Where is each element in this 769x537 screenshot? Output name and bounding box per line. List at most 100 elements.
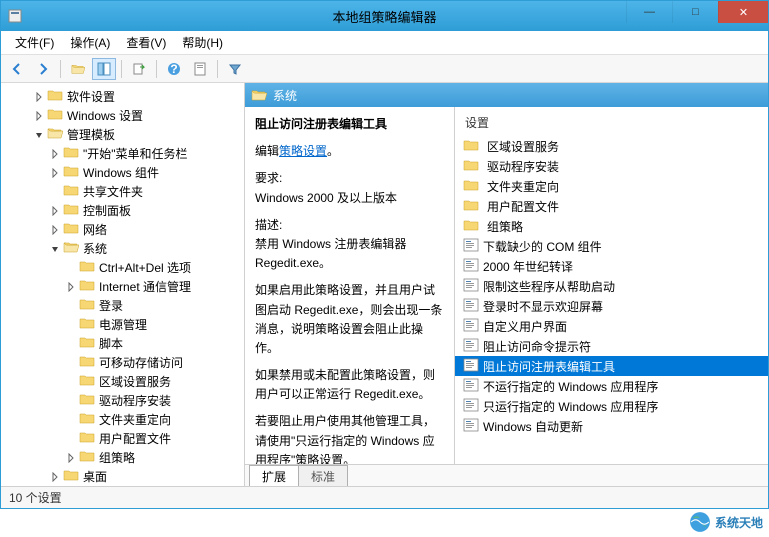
tree-node[interactable]: 用户配置文件 xyxy=(1,429,244,448)
list-item-label: 区域设置服务 xyxy=(487,138,559,155)
list-item[interactable]: 驱动程序安装 xyxy=(455,156,768,176)
setting-icon xyxy=(463,358,479,375)
tab-extended[interactable]: 扩展 xyxy=(249,465,299,486)
description-pane: 阻止访问注册表编辑工具 编辑策略设置。 要求:Windows 2000 及以上版… xyxy=(245,107,455,464)
close-button[interactable]: ✕ xyxy=(718,1,768,23)
menu-action[interactable]: 操作(A) xyxy=(62,31,118,54)
list-item-label: 组策略 xyxy=(487,218,523,235)
tree-node[interactable]: 控制面板 xyxy=(1,201,244,220)
tree-node[interactable]: 网络 xyxy=(1,220,244,239)
list-item[interactable]: 区域设置服务 xyxy=(455,136,768,156)
tree-pane[interactable]: 软件设置Windows 设置管理模板"开始"菜单和任务栏Windows 组件共享… xyxy=(1,83,245,486)
content-header-title: 系统 xyxy=(273,87,297,104)
list-item-label: 下载缺少的 COM 组件 xyxy=(483,238,602,255)
list-item[interactable]: 文件夹重定向 xyxy=(455,176,768,196)
list-item[interactable]: 2000 年世纪转译 xyxy=(455,256,768,276)
setting-icon xyxy=(463,398,479,415)
list-item[interactable]: 阻止访问命令提示符 xyxy=(455,336,768,356)
settings-list-pane[interactable]: 设置 区域设置服务驱动程序安装文件夹重定向用户配置文件组策略下载缺少的 COM … xyxy=(455,107,768,464)
edit-policy-link[interactable]: 策略设置 xyxy=(279,144,327,158)
description-p4: 若要阻止用户使用其他管理工具，请使用"只运行指定的 Windows 应用程序"策… xyxy=(255,412,444,464)
tree-toggle-icon[interactable] xyxy=(49,205,61,217)
tree-node[interactable]: Ctrl+Alt+Del 选项 xyxy=(1,258,244,277)
tab-standard[interactable]: 标准 xyxy=(298,465,348,486)
tree-label: 可移动存储访问 xyxy=(99,354,183,371)
list-item[interactable]: 自定义用户界面 xyxy=(455,316,768,336)
status-text: 10 个设置 xyxy=(9,489,62,506)
tree-node[interactable]: 脚本 xyxy=(1,334,244,353)
policy-title: 阻止访问注册表编辑工具 xyxy=(255,115,444,134)
list-column-header[interactable]: 设置 xyxy=(455,111,768,136)
tree-label: Internet 通信管理 xyxy=(99,278,191,295)
up-button[interactable] xyxy=(66,58,90,80)
tree-node[interactable]: 系统 xyxy=(1,239,244,258)
main-window: 本地组策略编辑器 — □ ✕ 文件(F) 操作(A) 查看(V) 帮助(H) ?… xyxy=(0,0,769,509)
tree-node[interactable]: 文件夹重定向 xyxy=(1,410,244,429)
tree-node[interactable]: "开始"菜单和任务栏 xyxy=(1,144,244,163)
tree-toggle-icon[interactable] xyxy=(49,471,61,483)
tree-label: 共享文件夹 xyxy=(83,183,143,200)
filter-button[interactable] xyxy=(223,58,247,80)
list-item-label: 阻止访问命令提示符 xyxy=(483,338,591,355)
minimize-button[interactable]: — xyxy=(626,1,672,23)
folder-icon xyxy=(79,316,99,333)
tree-node[interactable]: 共享文件夹 xyxy=(1,182,244,201)
folder-icon xyxy=(79,297,99,314)
tree-node[interactable]: 管理模板 xyxy=(1,125,244,144)
tree-node[interactable]: 驱动程序安装 xyxy=(1,391,244,410)
tree-node[interactable]: Internet 通信管理 xyxy=(1,277,244,296)
tree-toggle-icon[interactable] xyxy=(33,129,45,141)
folder-icon xyxy=(79,259,99,276)
tree-node[interactable]: 可移动存储访问 xyxy=(1,353,244,372)
show-tree-button[interactable] xyxy=(92,58,116,80)
list-item[interactable]: 阻止访问注册表编辑工具 xyxy=(455,356,768,376)
tree-node[interactable]: 软件设置 xyxy=(1,87,244,106)
menu-view[interactable]: 查看(V) xyxy=(118,31,174,54)
folder-open-icon xyxy=(63,240,83,257)
tree-node[interactable]: 登录 xyxy=(1,296,244,315)
toolbar: ? xyxy=(1,55,768,83)
list-item[interactable]: 下载缺少的 COM 组件 xyxy=(455,236,768,256)
tree-node[interactable]: Windows 设置 xyxy=(1,106,244,125)
tree-node[interactable]: 组策略 xyxy=(1,448,244,467)
tree-node[interactable]: 区域设置服务 xyxy=(1,372,244,391)
back-button[interactable] xyxy=(5,58,29,80)
tree-node[interactable]: 电源管理 xyxy=(1,315,244,334)
list-item[interactable]: Windows 自动更新 xyxy=(455,416,768,436)
maximize-button[interactable]: □ xyxy=(672,1,718,23)
list-item[interactable]: 登录时不显示欢迎屏幕 xyxy=(455,296,768,316)
tree-toggle-icon[interactable] xyxy=(49,148,61,160)
tree-node[interactable]: Windows 组件 xyxy=(1,163,244,182)
tree-toggle-icon[interactable] xyxy=(65,452,77,464)
tree-node[interactable]: 桌面 xyxy=(1,467,244,486)
tree-toggle-icon[interactable] xyxy=(49,243,61,255)
tree-toggle-icon[interactable] xyxy=(33,91,45,103)
folder-icon xyxy=(79,430,99,447)
help-button[interactable]: ? xyxy=(162,58,186,80)
list-item-label: 限制这些程序从帮助启动 xyxy=(483,278,615,295)
tree-label: 区域设置服务 xyxy=(99,373,171,390)
description-label: 描述: xyxy=(255,218,282,232)
list-item[interactable]: 只运行指定的 Windows 应用程序 xyxy=(455,396,768,416)
menu-help[interactable]: 帮助(H) xyxy=(174,31,231,54)
tree-toggle-icon[interactable] xyxy=(49,224,61,236)
list-item[interactable]: 限制这些程序从帮助启动 xyxy=(455,276,768,296)
menu-file[interactable]: 文件(F) xyxy=(7,31,62,54)
app-icon xyxy=(7,8,23,24)
list-item[interactable]: 不运行指定的 Windows 应用程序 xyxy=(455,376,768,396)
properties-button[interactable] xyxy=(188,58,212,80)
folder-icon xyxy=(63,468,83,485)
tree-toggle-icon[interactable] xyxy=(33,110,45,122)
export-button[interactable] xyxy=(127,58,151,80)
setting-icon xyxy=(463,418,479,435)
list-item[interactable]: 用户配置文件 xyxy=(455,196,768,216)
list-item[interactable]: 组策略 xyxy=(455,216,768,236)
tree-label: Ctrl+Alt+Del 选项 xyxy=(99,259,191,276)
description-p1: 禁用 Windows 注册表编辑器 Regedit.exe。 xyxy=(255,237,406,270)
tree-toggle-icon[interactable] xyxy=(49,167,61,179)
list-item-label: 登录时不显示欢迎屏幕 xyxy=(483,298,603,315)
tree-toggle-icon[interactable] xyxy=(65,281,77,293)
forward-button[interactable] xyxy=(31,58,55,80)
requirements-text: Windows 2000 及以上版本 xyxy=(255,191,397,205)
folder-icon xyxy=(79,373,99,390)
